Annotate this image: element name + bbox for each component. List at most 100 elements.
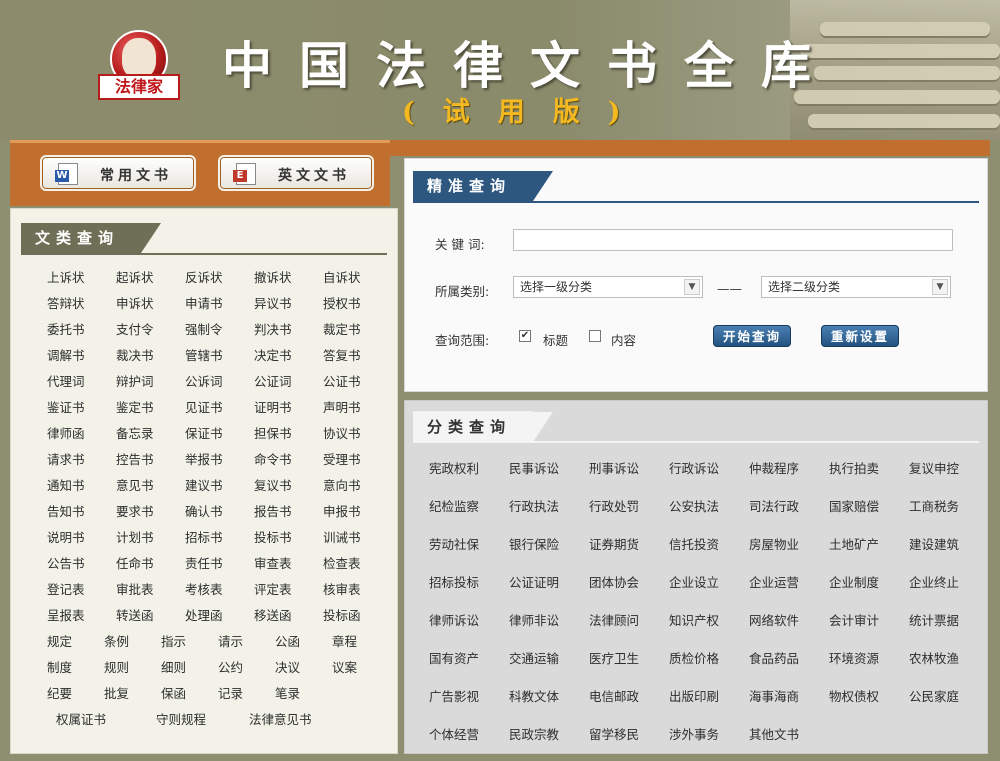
- category-link[interactable]: 国家赔偿: [829, 496, 879, 515]
- document-type-link[interactable]: 移送函: [254, 605, 292, 624]
- document-type-link[interactable]: 呈报表: [47, 605, 85, 624]
- document-type-link[interactable]: 公约: [218, 657, 243, 676]
- document-type-link[interactable]: 保证书: [185, 423, 223, 442]
- document-type-link[interactable]: 委托书: [47, 319, 85, 338]
- category-link[interactable]: 国有资产: [429, 648, 479, 667]
- category-link[interactable]: 留学移民: [589, 724, 639, 743]
- category-link[interactable]: 物权债权: [829, 686, 879, 705]
- document-type-link[interactable]: 告知书: [47, 501, 85, 520]
- document-type-link[interactable]: 授权书: [323, 293, 361, 312]
- document-type-link[interactable]: 记录: [218, 683, 243, 702]
- document-type-link[interactable]: 公证词: [254, 371, 292, 390]
- document-type-link[interactable]: 复议书: [254, 475, 292, 494]
- document-type-link[interactable]: 条例: [104, 631, 129, 650]
- document-type-link[interactable]: 反诉状: [185, 267, 223, 286]
- document-type-link[interactable]: 证明书: [254, 397, 292, 416]
- document-type-link[interactable]: 审批表: [116, 579, 154, 598]
- document-type-link[interactable]: 守则规程: [156, 709, 206, 728]
- document-type-link[interactable]: 公告书: [47, 553, 85, 572]
- document-type-link[interactable]: 鉴定书: [116, 397, 154, 416]
- category-link[interactable]: 公民家庭: [909, 686, 959, 705]
- document-type-link[interactable]: 决议: [275, 657, 300, 676]
- document-type-link[interactable]: 投标书: [254, 527, 292, 546]
- category-link[interactable]: 执行拍卖: [829, 458, 879, 477]
- document-type-link[interactable]: 强制令: [185, 319, 223, 338]
- document-type-link[interactable]: 核审表: [323, 579, 361, 598]
- category-link[interactable]: 司法行政: [749, 496, 799, 515]
- category2-select[interactable]: 选择二级分类 ▼: [761, 276, 951, 298]
- category-link[interactable]: 公证证明: [509, 572, 559, 591]
- category-link[interactable]: 信托投资: [669, 534, 719, 553]
- category-link[interactable]: 会计审计: [829, 610, 879, 629]
- category-link[interactable]: 建设建筑: [909, 534, 959, 553]
- document-type-link[interactable]: 计划书: [116, 527, 154, 546]
- category-link[interactable]: 法律顾问: [589, 610, 639, 629]
- document-type-link[interactable]: 制度: [47, 657, 72, 676]
- category-link[interactable]: 行政执法: [509, 496, 559, 515]
- category-link[interactable]: 电信邮政: [589, 686, 639, 705]
- document-type-link[interactable]: 自诉状: [323, 267, 361, 286]
- category-link[interactable]: 环境资源: [829, 648, 879, 667]
- document-type-link[interactable]: 律师函: [47, 423, 85, 442]
- category-link[interactable]: 宪政权利: [429, 458, 479, 477]
- document-type-link[interactable]: 公证书: [323, 371, 361, 390]
- document-type-link[interactable]: 纪要: [47, 683, 72, 702]
- category1-select[interactable]: 选择一级分类 ▼: [513, 276, 703, 298]
- document-type-link[interactable]: 公诉词: [185, 371, 223, 390]
- category-link[interactable]: 民事诉讼: [509, 458, 559, 477]
- document-type-link[interactable]: 评定表: [254, 579, 292, 598]
- document-type-link[interactable]: 训诫书: [323, 527, 361, 546]
- document-type-link[interactable]: 答辩状: [47, 293, 85, 312]
- document-type-link[interactable]: 命令书: [254, 449, 292, 468]
- category-link[interactable]: 涉外事务: [669, 724, 719, 743]
- document-type-link[interactable]: 法律意见书: [249, 709, 312, 728]
- document-type-link[interactable]: 章程: [332, 631, 357, 650]
- category-link[interactable]: 企业制度: [829, 572, 879, 591]
- document-type-link[interactable]: 管辖书: [185, 345, 223, 364]
- category-link[interactable]: 网络软件: [749, 610, 799, 629]
- document-type-link[interactable]: 辩护词: [116, 371, 154, 390]
- document-type-link[interactable]: 规则: [104, 657, 129, 676]
- category-link[interactable]: 科教文体: [509, 686, 559, 705]
- category-link[interactable]: 食品药品: [749, 648, 799, 667]
- document-type-link[interactable]: 意向书: [323, 475, 361, 494]
- document-type-link[interactable]: 受理书: [323, 449, 361, 468]
- category-link[interactable]: 医疗卫生: [589, 648, 639, 667]
- keyword-input[interactable]: [513, 229, 953, 251]
- document-type-link[interactable]: 担保书: [254, 423, 292, 442]
- document-type-link[interactable]: 鉴证书: [47, 397, 85, 416]
- document-type-link[interactable]: 意见书: [116, 475, 154, 494]
- document-type-link[interactable]: 裁决书: [116, 345, 154, 364]
- category-link[interactable]: 证券期货: [589, 534, 639, 553]
- document-type-link[interactable]: 调解书: [47, 345, 85, 364]
- document-type-link[interactable]: 指示: [161, 631, 186, 650]
- search-button[interactable]: 开始查询: [713, 325, 791, 347]
- document-type-link[interactable]: 报告书: [254, 501, 292, 520]
- category-link[interactable]: 质检价格: [669, 648, 719, 667]
- document-type-link[interactable]: 权属证书: [56, 709, 106, 728]
- category-link[interactable]: 广告影视: [429, 686, 479, 705]
- category-link[interactable]: 公安执法: [669, 496, 719, 515]
- document-type-link[interactable]: 申请书: [185, 293, 223, 312]
- document-type-link[interactable]: 说明书: [47, 527, 85, 546]
- scope-title-checkbox[interactable]: ✔: [519, 330, 531, 342]
- document-type-link[interactable]: 处理函: [185, 605, 223, 624]
- category-link[interactable]: 其他文书: [749, 724, 799, 743]
- category-link[interactable]: 交通运输: [509, 648, 559, 667]
- category-link[interactable]: 房屋物业: [749, 534, 799, 553]
- document-type-link[interactable]: 判决书: [254, 319, 292, 338]
- document-type-link[interactable]: 公函: [275, 631, 300, 650]
- document-type-link[interactable]: 任命书: [116, 553, 154, 572]
- category-link[interactable]: 工商税务: [909, 496, 959, 515]
- document-type-link[interactable]: 代理词: [47, 371, 85, 390]
- document-type-link[interactable]: 起诉状: [116, 267, 154, 286]
- document-type-link[interactable]: 保函: [161, 683, 186, 702]
- category-link[interactable]: 刑事诉讼: [589, 458, 639, 477]
- document-type-link[interactable]: 投标函: [323, 605, 361, 624]
- category-link[interactable]: 企业设立: [669, 572, 719, 591]
- document-type-link[interactable]: 答复书: [323, 345, 361, 364]
- document-type-link[interactable]: 申诉状: [116, 293, 154, 312]
- document-type-link[interactable]: 备忘录: [116, 423, 154, 442]
- category-link[interactable]: 民政宗教: [509, 724, 559, 743]
- category-link[interactable]: 纪检监察: [429, 496, 479, 515]
